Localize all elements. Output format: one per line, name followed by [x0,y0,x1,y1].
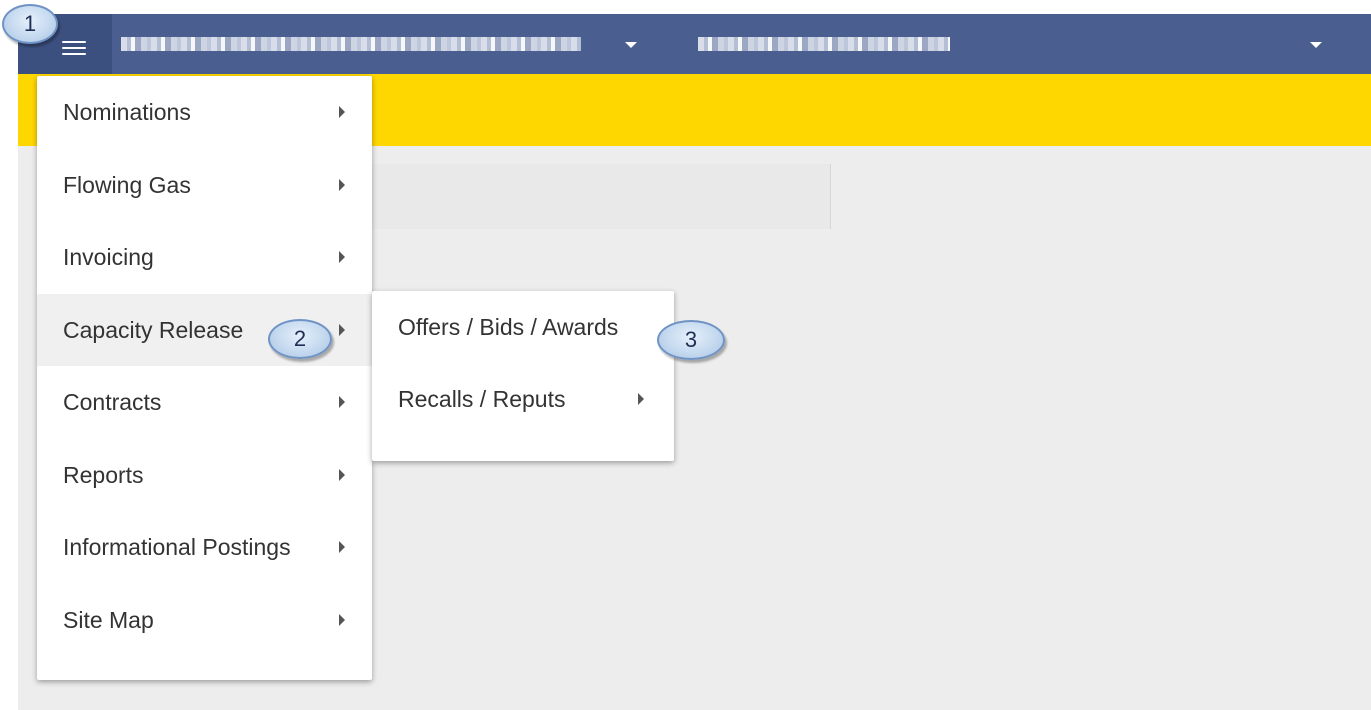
callout-1: 1 [2,4,58,44]
context-dropdown-caret-icon[interactable] [625,42,637,48]
caret-right-icon [339,468,345,481]
caret-right-icon [339,178,345,191]
menu-item-flowing-gas[interactable]: Flowing Gas [37,149,372,222]
submenu-item-label: Offers / Bids / Awards [398,314,619,340]
user-selector-value[interactable] [698,37,950,51]
caret-right-icon [339,251,345,264]
content-panel [372,164,831,229]
context-selector-value[interactable] [121,37,581,51]
capacity-release-submenu: Offers / Bids / Awards Recalls / Reputs [372,291,674,461]
caret-right-icon [339,323,345,336]
menu-item-label: Invoicing [63,244,154,270]
top-bar [18,14,1371,74]
menu-item-nominations[interactable]: Nominations [37,76,372,149]
caret-right-icon [339,613,345,626]
menu-item-contracts[interactable]: Contracts [37,366,372,439]
main-menu: Nominations Flowing Gas Invoicing Capaci… [37,76,372,680]
submenu-item-offers-bids-awards[interactable]: Offers / Bids / Awards [372,291,674,363]
submenu-item-recalls-reputs[interactable]: Recalls / Reputs [372,363,674,435]
menu-item-informational-postings[interactable]: Informational Postings [37,511,372,584]
user-dropdown-caret-icon[interactable] [1310,42,1322,48]
callout-2: 2 [268,319,332,359]
menu-item-label: Informational Postings [63,534,291,560]
hamburger-icon [62,41,86,59]
menu-item-site-map[interactable]: Site Map [37,584,372,657]
caret-right-icon [339,396,345,409]
caret-right-icon [339,541,345,554]
caret-right-icon [339,106,345,119]
menu-item-reports[interactable]: Reports [37,439,372,512]
callout-3: 3 [657,320,725,360]
menu-item-label: Capacity Release [63,316,244,343]
caret-right-icon [638,393,644,405]
menu-item-label: Flowing Gas [63,171,191,198]
menu-item-label: Site Map [63,606,154,633]
menu-item-label: Reports [63,461,144,488]
submenu-item-label: Recalls / Reputs [398,386,566,412]
menu-item-invoicing[interactable]: Invoicing [37,221,372,294]
menu-item-label: Nominations [63,99,191,125]
menu-item-label: Contracts [63,389,162,415]
